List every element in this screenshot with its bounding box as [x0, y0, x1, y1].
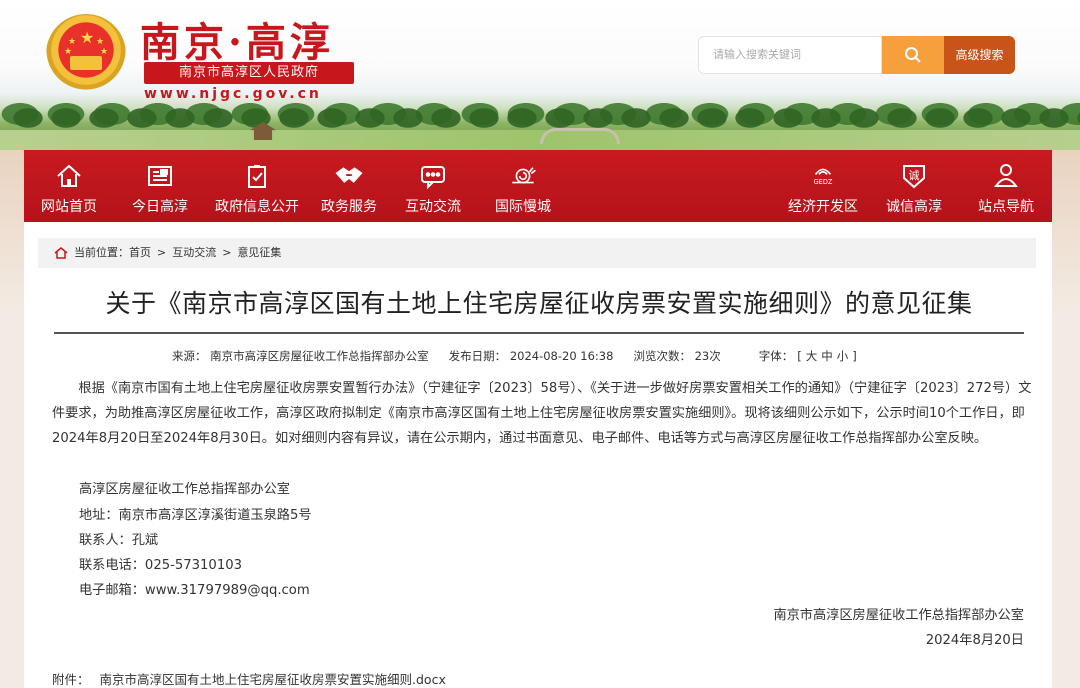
- breadcrumb-prefix: 当前位置：: [74, 246, 129, 259]
- nav-item-services[interactable]: 政务服务: [308, 150, 390, 222]
- snail-icon: [509, 162, 537, 190]
- title-divider: [54, 332, 1024, 334]
- nav-item-econ-zone[interactable]: GEDZ 经济开发区: [780, 150, 866, 222]
- nav-item-label: 政务服务: [321, 199, 377, 215]
- meta-date-label: 发布日期：: [448, 349, 507, 363]
- breadcrumb-separator: >: [222, 246, 232, 259]
- main-nav: 网站首页 今日高淳 政府信息公开 政务服务 互动交流 国际慢城 GEDZ 经济开…: [24, 150, 1052, 222]
- newspaper-icon: [146, 162, 174, 190]
- page-side-right: [1052, 150, 1080, 688]
- integrity-icon: 诚: [900, 162, 928, 190]
- contact-phone: 联系电话：025-57310103: [79, 558, 242, 573]
- handshake-icon: [335, 162, 363, 190]
- chat-icon: [419, 162, 447, 190]
- site-url: www.njgc.gov.cn: [144, 86, 322, 102]
- location-user-icon: [992, 162, 1020, 190]
- home-icon: [54, 246, 68, 260]
- search-button[interactable]: [882, 36, 944, 74]
- national-emblem-icon: ★ ★ ★ ★ ★: [46, 14, 126, 94]
- home-icon: [55, 162, 83, 190]
- nav-item-label: 经济开发区: [788, 199, 858, 215]
- gedz-icon: GEDZ: [809, 162, 837, 190]
- site-logo-title[interactable]: 南京·高淳: [140, 10, 334, 68]
- meta-source-label: 来源：: [172, 349, 207, 363]
- contact-org: 高淳区房屋征收工作总指挥部办公室: [79, 482, 290, 497]
- article-body: 根据《南京市国有土地上住宅房屋征收房票安置暂行办法》（宁建征字〔2023〕58号…: [52, 376, 1032, 451]
- banner-bridge: [540, 128, 620, 144]
- font-bracket-close: ]: [852, 349, 857, 363]
- advanced-search-button[interactable]: 高级搜索: [944, 36, 1015, 74]
- nav-item-home[interactable]: 网站首页: [28, 150, 110, 222]
- nav-item-label: 政府信息公开: [215, 199, 299, 215]
- breadcrumb-item-interact[interactable]: 互动交流: [172, 238, 216, 268]
- breadcrumb: 当前位置： 首页 > 互动交流 > 意见征集: [38, 238, 1036, 268]
- meta-source: 南京市高淳区房屋征收工作总指挥部办公室: [210, 349, 429, 363]
- page-side-left: [0, 150, 24, 688]
- site-logo-subtitle: 南京市高淳区人民政府: [144, 62, 354, 84]
- nav-item-label: 互动交流: [405, 199, 461, 215]
- nav-item-label: 诚信高淳: [886, 199, 942, 215]
- banner-trees-front: [10, 100, 1080, 134]
- nav-item-label: 站点导航: [978, 199, 1034, 215]
- signature-org: 南京市高淳区房屋征收工作总指挥部办公室: [773, 608, 1024, 623]
- search-icon: [905, 47, 921, 63]
- font-size-small[interactable]: 小: [837, 349, 849, 363]
- nav-item-label: 网站首页: [41, 199, 97, 215]
- font-bracket-open: [: [797, 349, 802, 363]
- attachment-link[interactable]: 南京市高淳区国有土地上住宅房屋征收房票安置实施细则.docx: [100, 672, 446, 687]
- contact-person: 联系人：孔斌: [79, 533, 159, 548]
- nav-item-label: 今日高淳: [132, 199, 188, 215]
- attachment-label: 附件：: [52, 672, 90, 687]
- article-meta: 来源： 南京市高淳区房屋征收工作总指挥部办公室 发布日期： 2024-08-20…: [172, 348, 859, 364]
- meta-font-label: 字体：: [758, 349, 794, 363]
- nav-item-sitemap[interactable]: 站点导航: [964, 150, 1048, 222]
- search-input[interactable]: 请输入搜索关键词: [698, 36, 882, 74]
- font-size-medium[interactable]: 中: [821, 349, 833, 363]
- page-title: 关于《南京市高淳区国有土地上住宅房屋征收房票安置实施细则》的意见征集: [105, 289, 973, 318]
- article-paragraph: 根据《南京市国有土地上住宅房屋征收房票安置暂行办法》（宁建征字〔2023〕58号…: [52, 381, 1032, 446]
- meta-date: 2024-08-20 16:38: [509, 349, 614, 363]
- nav-item-integrity[interactable]: 诚 诚信高淳: [872, 150, 956, 222]
- nav-item-today[interactable]: 今日高淳: [120, 150, 200, 222]
- nav-item-gov-info[interactable]: 政府信息公开: [204, 150, 310, 222]
- meta-views-label: 浏览次数：: [633, 349, 691, 363]
- nav-item-cittaslow[interactable]: 国际慢城: [482, 150, 564, 222]
- breadcrumb-item-opinion[interactable]: 意见征集: [237, 238, 281, 268]
- integrity-badge: 诚: [909, 169, 920, 182]
- contact-email: 电子邮箱：www.31797989@qq.com: [79, 583, 310, 598]
- attachment: 附件： 南京市高淳区国有土地上住宅房屋征收房票安置实施细则.docx: [52, 669, 446, 688]
- gedz-badge: GEDZ: [814, 178, 833, 186]
- breadcrumb-item-home[interactable]: 首页: [129, 238, 151, 268]
- breadcrumb-separator: >: [157, 246, 167, 259]
- meta-views: 23次: [694, 349, 721, 363]
- contact-address: 地址：南京市高淳区淳溪街道玉泉路5号: [79, 508, 312, 523]
- nav-item-label: 国际慢城: [495, 199, 551, 215]
- nav-item-interact[interactable]: 互动交流: [392, 150, 474, 222]
- checklist-icon: [243, 162, 271, 190]
- font-size-large[interactable]: 大: [806, 349, 818, 363]
- signature-date: 2024年8月20日: [925, 633, 1024, 648]
